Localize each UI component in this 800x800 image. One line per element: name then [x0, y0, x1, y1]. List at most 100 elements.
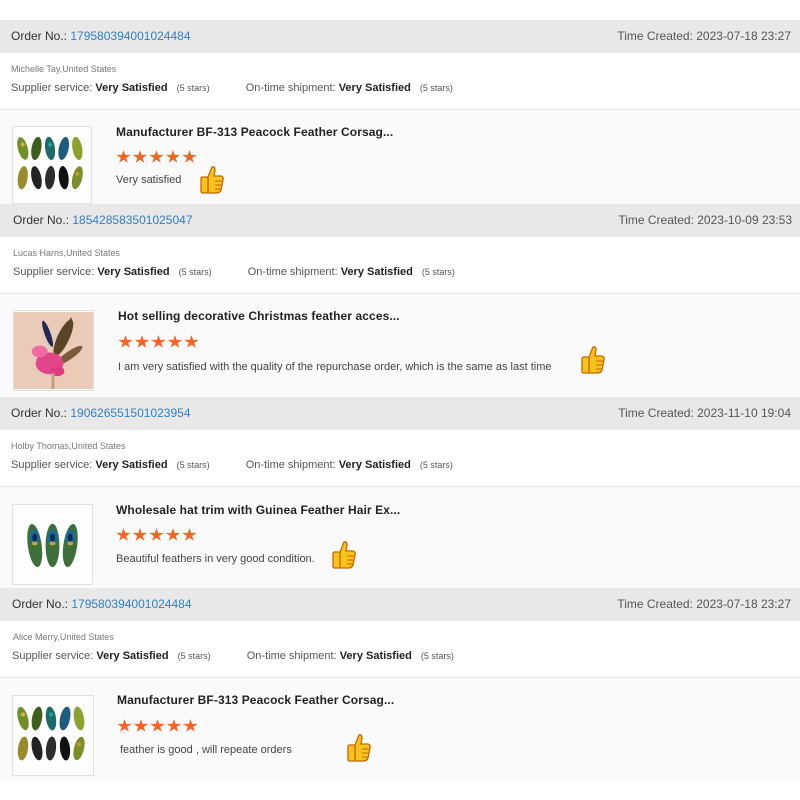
peacock-eye-feathers-image: [13, 505, 92, 584]
order-header: Order No.: 179580394001024484 Time Creat…: [0, 588, 800, 621]
buyer-name: Alice Merry,United States: [13, 632, 114, 642]
product-review: Manufacturer BF-313 Peacock Feather Cors…: [0, 110, 800, 206]
star-icon: [166, 719, 182, 732]
product-title[interactable]: Manufacturer BF-313 Peacock Feather Cors…: [116, 125, 393, 139]
shipment-value: Very Satisfied: [338, 459, 411, 471]
product-title[interactable]: Manufacturer BF-313 Peacock Feather Cors…: [117, 693, 394, 707]
supplier-service-label: Supplier service:: [11, 459, 93, 471]
shipment-value: Very Satisfied: [340, 266, 413, 278]
product-image[interactable]: [12, 504, 93, 585]
service-ratings: Supplier service: Very Satisfied (5 star…: [11, 459, 453, 471]
review-comment: Beautiful feathers in very good conditio…: [116, 553, 315, 565]
product-title[interactable]: Wholesale hat trim with Guinea Feather H…: [116, 503, 400, 517]
star-icon: [165, 528, 181, 541]
star-icon: [132, 528, 148, 541]
time-created: Time Created: 2023-07-18 23:27: [617, 29, 791, 43]
order-header: Order No.: 190626551501023954 Time Creat…: [0, 397, 800, 430]
order-number-label: Order No.: 185428583501025047: [13, 213, 193, 227]
order-header: Order No.: 185428583501025047 Time Creat…: [0, 204, 800, 237]
shipment-stars: (5 stars): [421, 267, 455, 277]
supplier-service-value: Very Satisfied: [95, 82, 168, 94]
buyer-name: Lucas Harris,United States: [13, 248, 121, 258]
shipment-label: On-time shipment:: [245, 82, 336, 94]
time-created: Time Created: 2023-07-18 23:27: [617, 597, 791, 611]
buyer-info: Alice Merry,United States Supplier servi…: [0, 621, 800, 678]
buyer-info: Michelle Tay,United States Supplier serv…: [0, 53, 800, 110]
star-icon: [184, 335, 199, 348]
shipment-stars: (5 stars): [419, 460, 453, 470]
order-number-link[interactable]: 185428583501025047: [72, 213, 192, 227]
supplier-service-stars: (5 stars): [177, 651, 211, 661]
order-number-label: Order No.: 179580394001024484: [11, 29, 191, 43]
star-icon: [151, 335, 166, 348]
product-review: Wholesale hat trim with Guinea Feather H…: [0, 487, 800, 589]
review-comment: I am very satisfied with the quality of …: [118, 361, 552, 373]
peacock-feather-set-image: [13, 696, 93, 775]
star-icon: [116, 150, 131, 163]
order-number-link[interactable]: 179580394001024484: [71, 597, 191, 611]
supplier-service-value: Very Satisfied: [96, 650, 169, 662]
supplier-service-value: Very Satisfied: [97, 266, 170, 278]
star-icon: [133, 719, 149, 732]
rating-stars: [117, 719, 200, 738]
thumbs-up-icon: [331, 540, 357, 570]
supplier-service-label: Supplier service:: [13, 266, 95, 278]
star-icon: [134, 335, 150, 348]
shipment-value: Very Satisfied: [339, 650, 412, 662]
rating-stars: [118, 335, 201, 354]
time-created: Time Created: 2023-10-09 23:53: [618, 213, 792, 227]
review-comment: Very satisfied: [116, 174, 182, 186]
rating-stars: [116, 150, 199, 169]
buyer-info: Lucas Harris,United States Supplier serv…: [0, 237, 800, 294]
star-icon: [182, 150, 197, 163]
supplier-service-value: Very Satisfied: [95, 459, 168, 471]
star-icon: [118, 335, 133, 348]
product-image[interactable]: [12, 126, 92, 204]
shipment-label: On-time shipment:: [246, 650, 337, 662]
star-icon: [149, 528, 164, 541]
product-image[interactable]: [12, 695, 94, 776]
order-header: Order No.: 179580394001024484 Time Creat…: [0, 20, 800, 53]
star-icon: [132, 150, 148, 163]
supplier-service-stars: (5 stars): [176, 460, 210, 470]
product-title[interactable]: Hot selling decorative Christmas feather…: [118, 309, 400, 323]
order-number-label: Order No.: 190626551501023954: [11, 406, 191, 420]
supplier-service-stars: (5 stars): [176, 83, 210, 93]
order-number-link[interactable]: 179580394001024484: [70, 29, 190, 43]
thumbs-up-icon: [346, 733, 372, 763]
service-ratings: Supplier service: Very Satisfied (5 star…: [12, 650, 454, 662]
pink-feather-image: [14, 311, 93, 390]
star-icon: [150, 719, 165, 732]
order-number-link[interactable]: 190626551501023954: [70, 406, 190, 420]
shipment-stars: (5 stars): [419, 83, 453, 93]
supplier-service-stars: (5 stars): [178, 267, 212, 277]
star-icon: [167, 335, 183, 348]
rating-stars: [116, 528, 199, 547]
thumbs-up-icon: [199, 165, 225, 195]
star-icon: [183, 719, 198, 732]
peacock-feather-set-image: [13, 127, 91, 203]
supplier-service-label: Supplier service:: [11, 82, 93, 94]
thumbs-up-icon: [580, 345, 606, 375]
star-icon: [182, 528, 197, 541]
product-review: Manufacturer BF-313 Peacock Feather Cors…: [0, 678, 800, 780]
supplier-service-label: Supplier service:: [12, 650, 94, 662]
buyer-info: Holby Thomas,United States Supplier serv…: [0, 430, 800, 487]
time-created: Time Created: 2023-11-10 19:04: [618, 406, 791, 420]
shipment-label: On-time shipment:: [245, 459, 336, 471]
star-icon: [149, 150, 164, 163]
star-icon: [117, 719, 132, 732]
product-review: Hot selling decorative Christmas feather…: [0, 294, 800, 398]
shipment-label: On-time shipment:: [247, 266, 338, 278]
shipment-value: Very Satisfied: [338, 82, 411, 94]
buyer-name: Holby Thomas,United States: [11, 441, 126, 451]
star-icon: [165, 150, 181, 163]
star-icon: [116, 528, 131, 541]
shipment-stars: (5 stars): [420, 651, 454, 661]
service-ratings: Supplier service: Very Satisfied (5 star…: [13, 266, 455, 278]
buyer-name: Michelle Tay,United States: [11, 64, 117, 74]
review-comment: feather is good , will repeate orders: [120, 744, 292, 756]
order-number-label: Order No.: 179580394001024484: [12, 597, 192, 611]
product-image[interactable]: [13, 310, 94, 391]
service-ratings: Supplier service: Very Satisfied (5 star…: [11, 82, 453, 94]
